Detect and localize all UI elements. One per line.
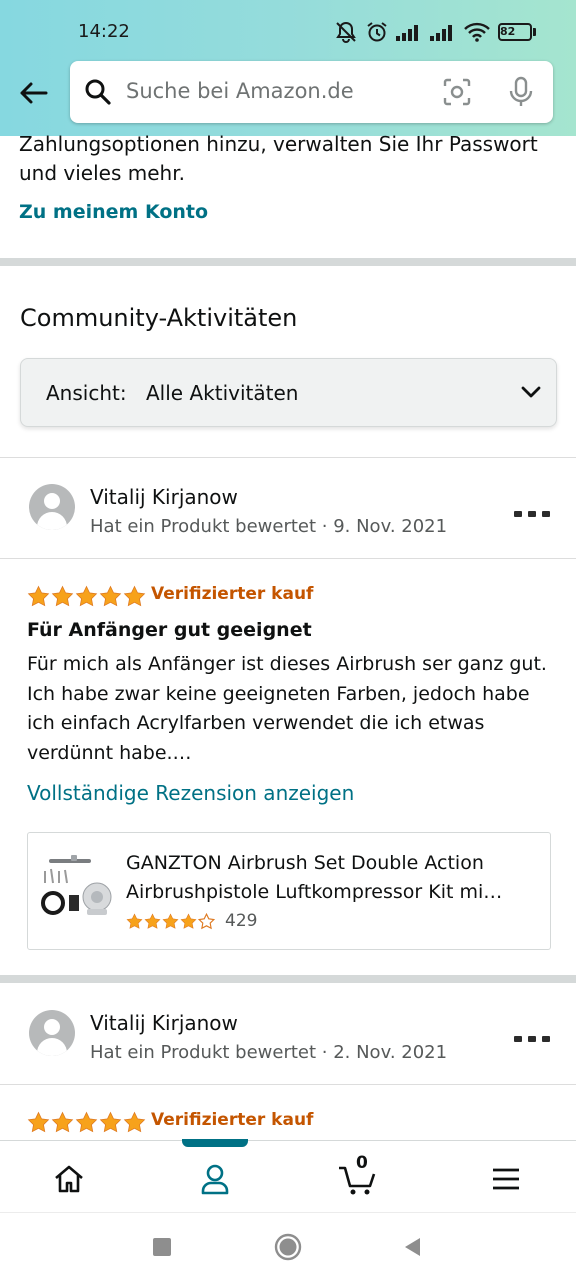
- more-options-icon[interactable]: [514, 1036, 550, 1042]
- microphone-icon[interactable]: [507, 76, 535, 112]
- search-input[interactable]: Suche bei Amazon.de: [70, 61, 553, 123]
- active-tab-indicator: [182, 1139, 248, 1147]
- signal-icon: [396, 23, 422, 41]
- avatar[interactable]: [29, 484, 75, 530]
- bottom-navigation: 0: [0, 1139, 576, 1212]
- star-icon: [123, 585, 146, 608]
- user-name[interactable]: Vitalij Kirjanow: [90, 485, 238, 509]
- product-title[interactable]: GANZTON Airbrush Set Double Action Airbr…: [126, 849, 536, 907]
- activity-meta: Hat ein Produkt bewertet · 9. Nov. 2021: [90, 516, 448, 537]
- product-image: [41, 853, 117, 929]
- status-icons: 82: [334, 19, 536, 45]
- star-icon: [75, 1111, 98, 1134]
- cart-count: 0: [356, 1153, 368, 1173]
- star-icon: [123, 1111, 146, 1134]
- star-icon: [27, 1111, 50, 1134]
- status-bar: 14:22 82: [0, 0, 576, 62]
- home-button-icon[interactable]: [274, 1233, 302, 1265]
- star-icon: [162, 913, 179, 930]
- view-selected-value: Alle Aktivitäten: [146, 381, 299, 405]
- back-arrow-icon: [20, 82, 48, 104]
- full-review-link[interactable]: Vollständige Rezension anzeigen: [27, 781, 354, 805]
- review-body: Für mich als Anfänger ist dieses Airbrus…: [27, 653, 547, 764]
- star-half-icon: [198, 913, 215, 930]
- star-icon: [75, 585, 98, 608]
- star-icon: [99, 585, 122, 608]
- divider: [0, 457, 576, 458]
- star-rating: [27, 1111, 146, 1134]
- my-account-link[interactable]: Zu meinem Konto: [19, 201, 208, 223]
- status-time: 14:22: [78, 21, 130, 42]
- divider: [0, 1084, 576, 1085]
- signal-icon-2: [430, 23, 456, 41]
- community-title: Community-Aktivitäten: [20, 304, 298, 332]
- rating-count: 429: [225, 911, 258, 931]
- app-header: 14:22 82 Suche bei Amazon.de: [0, 0, 576, 136]
- recent-apps-icon[interactable]: [152, 1237, 172, 1261]
- more-options-icon[interactable]: [514, 511, 550, 517]
- back-triangle-icon[interactable]: [402, 1236, 422, 1262]
- verified-purchase-badge: Verifizierter kauf: [151, 584, 314, 604]
- search-placeholder: Suche bei Amazon.de: [126, 79, 354, 103]
- divider: [0, 558, 576, 559]
- activity-meta: Hat ein Produkt bewertet · 2. Nov. 2021: [90, 1042, 448, 1063]
- star-rating: [27, 585, 146, 608]
- chevron-down-icon: [520, 381, 542, 407]
- mute-icon: [334, 21, 358, 43]
- star-icon: [51, 585, 74, 608]
- account-icon[interactable]: [195, 1159, 235, 1199]
- product-card[interactable]: GANZTON Airbrush Set Double Action Airbr…: [27, 832, 551, 950]
- section-divider: [0, 975, 576, 983]
- star-icon: [99, 1111, 122, 1134]
- back-button[interactable]: [16, 76, 50, 110]
- avatar[interactable]: [29, 1010, 75, 1056]
- star-icon: [51, 1111, 74, 1134]
- wifi-icon: [464, 22, 490, 42]
- system-navigation-bar: [0, 1212, 576, 1280]
- activity-view-dropdown[interactable]: Ansicht: Alle Aktivitäten: [20, 358, 557, 427]
- section-divider: [0, 258, 576, 266]
- user-name[interactable]: Vitalij Kirjanow: [90, 1011, 238, 1035]
- star-icon: [180, 913, 197, 930]
- menu-icon[interactable]: [486, 1159, 526, 1199]
- home-icon[interactable]: [49, 1159, 89, 1199]
- account-description: Zahlungsoptionen hinzu, verwalten Sie Ih…: [19, 132, 538, 185]
- battery-level: 82: [498, 23, 532, 41]
- star-icon: [126, 913, 143, 930]
- star-icon: [27, 585, 50, 608]
- battery-icon: 82: [498, 23, 536, 41]
- verified-purchase-badge: Verifizierter kauf: [151, 1110, 314, 1130]
- star-icon: [144, 913, 161, 930]
- search-icon: [84, 78, 112, 110]
- camera-scan-icon[interactable]: [442, 77, 472, 111]
- alarm-icon: [366, 21, 388, 43]
- view-label: Ansicht:: [46, 381, 127, 405]
- product-rating: 429: [126, 911, 257, 931]
- review-title: Für Anfänger gut geeignet: [27, 619, 312, 641]
- cart-icon[interactable]: 0: [338, 1153, 378, 1199]
